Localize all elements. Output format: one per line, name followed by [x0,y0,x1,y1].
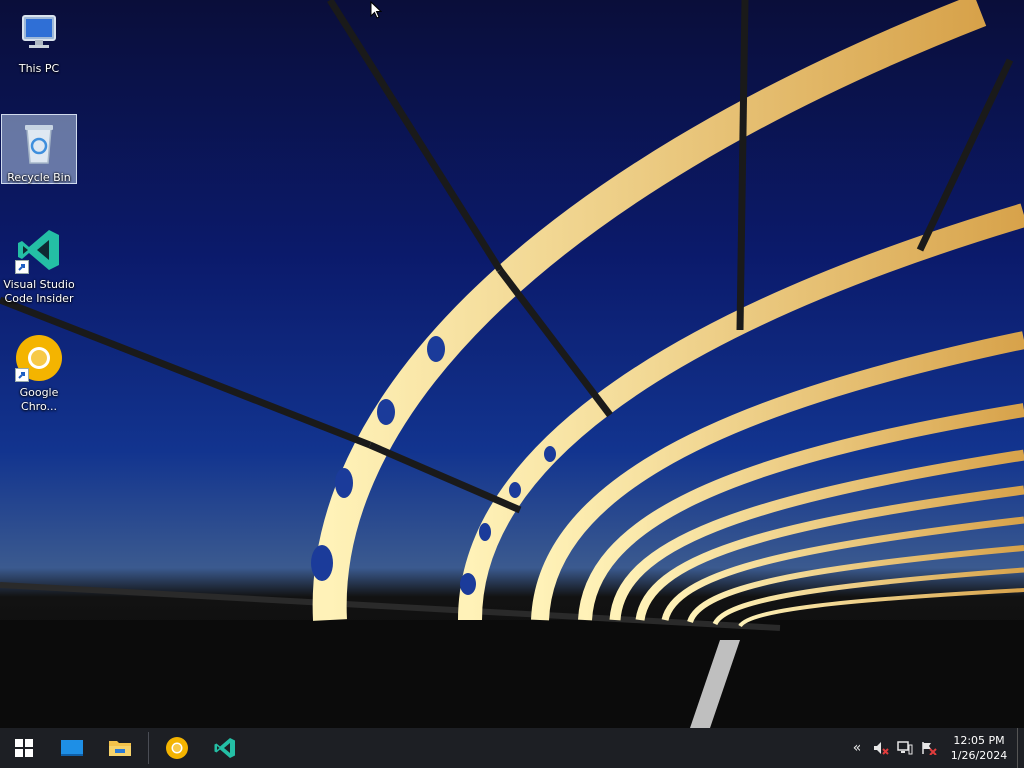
volume-muted-icon [874,742,889,755]
desktop-icon-vscode-insiders[interactable]: Visual Studio Code Insider [1,222,77,308]
taskbar: « 12:05 PM 1/26/2024 [0,728,1024,768]
shortcut-arrow-icon [15,260,29,274]
desktop-icon-chrome-canary[interactable]: Google Chro... [1,330,77,416]
chrome-canary-icon [15,334,63,382]
taskbar-vscode-insiders-button[interactable] [201,728,249,768]
recycle-bin-icon [15,119,63,167]
system-tray: « 12:05 PM 1/26/2024 [845,728,1024,768]
chrome-canary-icon [166,737,188,759]
desktop-icon-this-pc[interactable]: This PC [1,6,77,76]
taskbar-desktop-app-button[interactable] [48,728,96,768]
mouse-cursor-icon [370,1,382,19]
taskbar-clock[interactable]: 12:05 PM 1/26/2024 [941,728,1017,768]
volume-button[interactable] [869,728,893,768]
this-pc-icon [15,10,63,58]
clock-date: 1/26/2024 [950,749,1008,762]
chevron-left-icon: « [852,740,862,756]
desktop-icon-recycle-bin[interactable]: Recycle Bin [1,114,77,184]
desktop-icon-label: Visual Studio Code Insider [3,278,75,305]
action-center-icon [922,742,937,755]
start-button[interactable] [0,728,48,768]
taskbar-chrome-canary-button[interactable] [153,728,201,768]
shortcut-arrow-icon [15,368,29,382]
file-explorer-icon [109,741,131,756]
network-button[interactable] [893,728,917,768]
desktop[interactable]: This PC Recycle Bin Visual Studio Code I… [0,0,1024,728]
windows-start-icon [15,739,33,757]
vscode-insiders-icon [15,226,63,274]
show-desktop-button[interactable] [1017,728,1024,768]
taskbar-separator [148,732,149,764]
desktop-icon-label: This PC [18,62,60,75]
desktop-icon-label: Recycle Bin [7,171,71,184]
show-hidden-icons-button[interactable]: « [845,728,869,768]
wallpaper [0,0,1024,728]
taskbar-file-explorer-button[interactable] [96,728,144,768]
desktop-icon-label: Google Chro... [19,386,59,413]
desktop-app-icon [61,740,83,756]
network-icon [897,741,913,755]
clock-time: 12:05 PM [953,734,1005,747]
action-center-button[interactable] [917,728,941,768]
vscode-insiders-icon [214,738,235,758]
